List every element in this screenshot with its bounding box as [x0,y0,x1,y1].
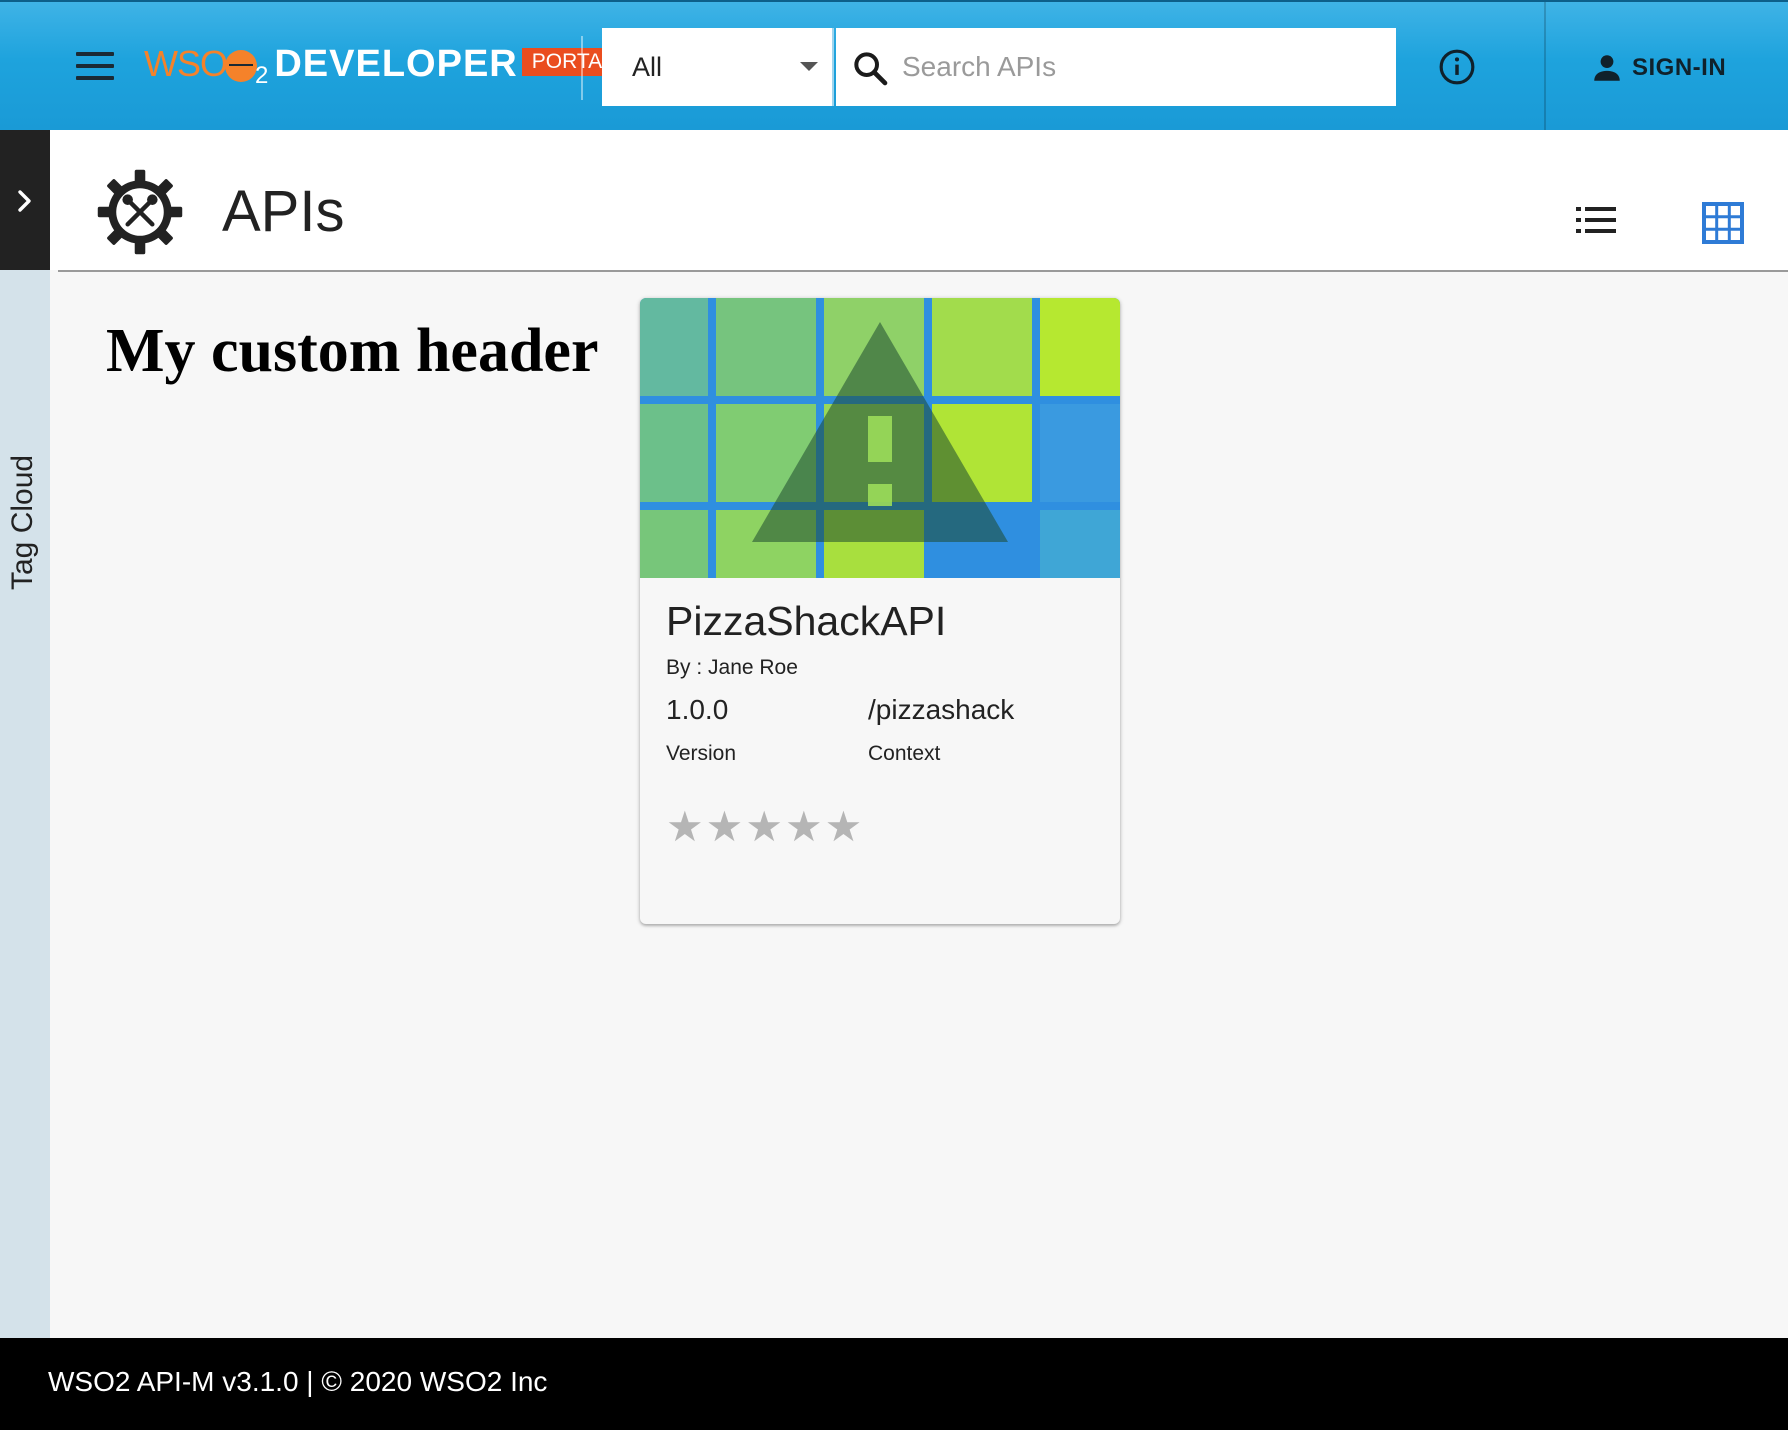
api-context: /pizzashack [868,694,1015,725]
api-version: 1.0.0 [666,694,729,725]
gear-tools-icon [97,169,183,255]
api-thumbnail [640,298,1120,578]
sign-in-label: SIGN-IN [1632,54,1727,81]
logo-wso-text: WSO [144,43,228,84]
grid-view-icon[interactable] [1702,202,1744,244]
menu-icon[interactable] [76,52,114,80]
header-divider [581,36,583,100]
top-app-bar: WSO 2 DEVELOPER PORTAL All SIGN-IN [0,0,1788,132]
logo-developer-text: DEVELOPER [274,43,518,85]
footer: WSO2 API-M v3.1.0 | © 2020 WSO2 Inc [0,1338,1788,1430]
sidebar-toggle-button[interactable] [0,130,50,270]
search-filter-value: All [632,52,663,82]
list-view-icon[interactable] [1576,206,1616,234]
search-box[interactable] [836,28,1396,106]
tag-cloud-label[interactable]: Tag Cloud [6,455,40,590]
sign-in-button[interactable]: SIGN-IN [1590,50,1726,86]
api-name[interactable]: PizzaShackAPI [666,598,946,645]
footer-text: WSO2 API-M v3.1.0 | © 2020 WSO2 Inc [48,1366,548,1397]
search-filter-select[interactable]: All [602,28,834,106]
api-rating[interactable]: ★ ★ ★ ★ ★ [666,806,864,848]
search-icon [854,52,888,86]
custom-header: My custom header [106,317,599,385]
chevron-down-icon [800,62,818,71]
header-divider-signin [1544,2,1546,132]
page-title: APIs [222,179,345,244]
star-icon[interactable]: ★ [785,806,823,848]
star-icon[interactable]: ★ [825,806,863,848]
api-version-label: Version [666,742,737,765]
person-icon [1594,55,1620,81]
search-input[interactable] [902,46,1372,88]
title-divider [58,270,1788,272]
star-icon[interactable]: ★ [745,806,783,848]
star-icon[interactable]: ★ [706,806,744,848]
chevron-right-icon [18,190,31,212]
logo-two-text: 2 [255,62,269,89]
star-icon[interactable]: ★ [666,806,704,848]
api-card[interactable]: PizzaShackAPI By : Jane Roe 1.0.0 /pizza… [640,298,1120,924]
info-icon[interactable] [1438,48,1476,86]
tag-cloud-sidebar: Tag Cloud [0,130,50,1338]
api-context-label: Context [868,742,941,765]
developer-portal-logo[interactable]: WSO 2 DEVELOPER PORTAL [144,40,624,90]
api-author: By : Jane Roe [666,656,798,679]
logo-pulse-icon [225,50,257,82]
